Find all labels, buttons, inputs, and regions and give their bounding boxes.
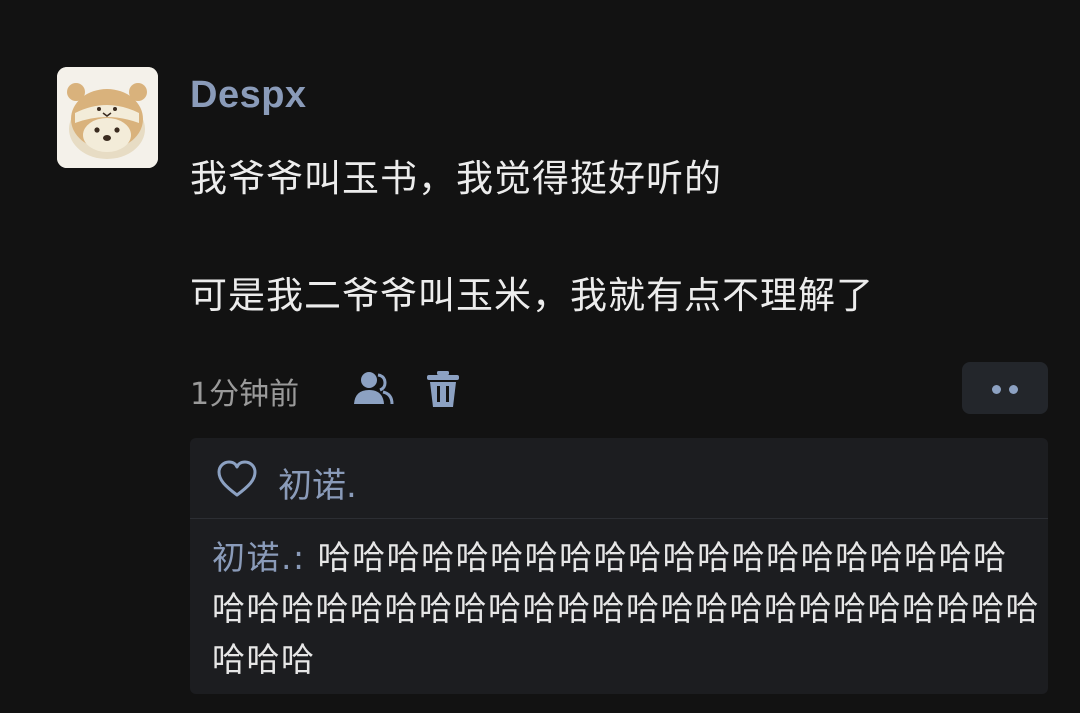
more-options-button[interactable] [962, 362, 1048, 414]
liker-name[interactable]: 初诺. [278, 458, 357, 507]
post-timestamp: 1分钟前 [190, 377, 300, 412]
likes-row: 初诺. [190, 438, 1048, 518]
user-avatar[interactable] [57, 67, 158, 168]
more-dot [1009, 385, 1018, 394]
comment-text: 哈哈哈哈哈哈哈哈哈哈哈哈哈哈哈哈哈哈哈哈哈哈哈哈哈哈哈哈哈哈哈哈哈哈哈哈哈哈哈哈… [212, 538, 1040, 679]
comment-separator: : [293, 538, 318, 577]
post-text-line-2: 可是我二爷爷叫玉米，我就有点不理解了 [190, 274, 874, 317]
trash-icon[interactable] [426, 370, 460, 408]
post-text-line-1: 我爷爷叫玉书，我觉得挺好听的 [190, 157, 722, 200]
post-author-name[interactable]: Despx [190, 74, 307, 117]
bear-avatar-icon [57, 67, 158, 168]
more-dots-icon [992, 385, 1001, 394]
comment-item: 初诺.: 哈哈哈哈哈哈哈哈哈哈哈哈哈哈哈哈哈哈哈哈哈哈哈哈哈哈哈哈哈哈哈哈哈哈哈… [212, 532, 1042, 685]
interaction-panel: 初诺. 初诺.: 哈哈哈哈哈哈哈哈哈哈哈哈哈哈哈哈哈哈哈哈哈哈哈哈哈哈哈哈哈哈哈… [190, 438, 1048, 694]
panel-divider [190, 518, 1048, 519]
heart-outline-icon[interactable] [216, 460, 258, 498]
comment-author[interactable]: 初诺. [212, 538, 293, 577]
user-icon[interactable] [352, 370, 394, 406]
